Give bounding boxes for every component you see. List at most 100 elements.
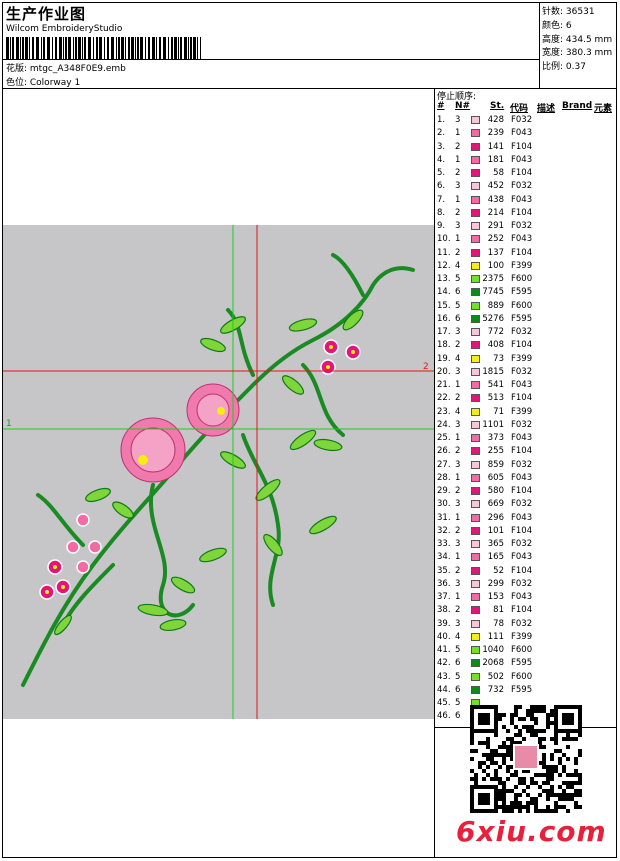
table-row: 1. 3 428 F032 — [436, 114, 616, 127]
color-swatch — [471, 606, 480, 615]
table-row: 37. 1 153 F043 — [436, 591, 616, 604]
color-swatch — [471, 394, 480, 403]
row-index: 17. — [437, 327, 451, 337]
color-swatch — [471, 367, 480, 376]
row-code: F032 — [511, 115, 533, 125]
row-code: F032 — [511, 618, 533, 629]
row-code: F595 — [511, 313, 533, 324]
stat-width: 宽度: 380.3 mm — [542, 48, 613, 58]
row-needle: 6 — [455, 313, 461, 324]
row-needle: 1 — [455, 433, 461, 443]
row-code: F032 — [511, 327, 533, 337]
row-code: F043 — [511, 512, 533, 523]
row-index: 12. — [437, 260, 451, 271]
color-swatch — [471, 447, 480, 456]
color-swatch — [471, 659, 480, 668]
col-header-index: # — [437, 101, 445, 111]
colorway: 色位: Colorway 1 — [6, 78, 81, 88]
row-index: 28. — [437, 472, 451, 483]
row-stitches: 428 — [487, 115, 504, 125]
color-swatch — [471, 208, 480, 217]
row-index: 20. — [437, 366, 451, 377]
row-code: F043 — [511, 234, 533, 245]
row-stitches: 889 — [487, 300, 504, 311]
color-swatch — [471, 420, 480, 429]
row-index: 36. — [437, 578, 451, 589]
design-canvas: 1 2 — [3, 225, 434, 719]
row-code: F595 — [511, 658, 533, 669]
row-needle: 1 — [455, 380, 461, 390]
row-index: 9. — [437, 221, 446, 231]
row-index: 4. — [437, 154, 446, 165]
row-needle: 2 — [455, 340, 461, 351]
row-stitches: 859 — [487, 459, 504, 470]
row-index: 1. — [437, 115, 446, 125]
row-code: F043 — [511, 472, 533, 483]
row-stitches: 502 — [487, 671, 504, 682]
color-swatch — [471, 381, 480, 389]
color-swatch — [471, 434, 480, 442]
table-row: 31. 1 296 F043 — [436, 512, 616, 525]
vendor-name: Wilcom EmbroideryStudio — [6, 24, 123, 34]
row-code: F399 — [511, 631, 533, 642]
row-index: 26. — [437, 446, 451, 457]
row-stitches: 181 — [487, 154, 504, 165]
page-title: 生产作业图 — [6, 5, 87, 23]
row-stitches: 5276 — [482, 313, 504, 324]
row-stitches: 408 — [487, 340, 504, 351]
row-index: 21. — [437, 380, 451, 390]
row-code: F104 — [511, 565, 533, 576]
row-index: 7. — [437, 194, 446, 205]
row-needle: 1 — [455, 512, 461, 523]
color-swatch — [471, 487, 480, 495]
row-needle: 2 — [455, 446, 461, 457]
color-swatch — [471, 593, 480, 601]
row-stitches: 299 — [487, 578, 504, 589]
row-needle: 6 — [455, 684, 461, 695]
row-code: F032 — [511, 181, 533, 192]
row-needle: 1 — [455, 472, 461, 483]
row-stitches: 71 — [493, 406, 504, 417]
row-needle: 1 — [455, 194, 461, 205]
row-stitches: 111 — [487, 631, 504, 642]
table-row: 38. 2 81 F104 — [436, 604, 616, 617]
row-index: 35. — [437, 565, 451, 576]
color-swatch — [471, 579, 480, 588]
row-code: F043 — [511, 128, 533, 139]
color-swatch — [471, 354, 480, 363]
row-index: 15. — [437, 300, 451, 311]
row-code: F104 — [511, 247, 533, 258]
row-needle: 3 — [455, 578, 461, 589]
table-row: 27. 3 859 F032 — [436, 459, 616, 472]
row-index: 5. — [437, 168, 446, 178]
row-needle: 4 — [455, 353, 461, 364]
row-code: F104 — [511, 207, 533, 218]
table-row: 17. 3 772 F032 — [436, 326, 616, 339]
color-swatch — [471, 182, 480, 191]
row-index: 29. — [437, 486, 451, 496]
table-row: 28. 1 605 F043 — [436, 472, 616, 485]
row-needle: 5 — [455, 645, 461, 655]
row-code: F043 — [511, 194, 533, 205]
row-stitches: 732 — [487, 684, 504, 695]
row-code: F104 — [511, 168, 533, 178]
row-index: 8. — [437, 207, 446, 218]
row-needle: 1 — [455, 154, 461, 165]
row-stitches: 153 — [487, 592, 504, 602]
row-code: F399 — [511, 260, 533, 271]
table-row: 7. 1 438 F043 — [436, 194, 616, 207]
row-index: 24. — [437, 419, 451, 430]
row-needle: 3 — [455, 539, 461, 549]
table-row: 2. 1 239 F043 — [436, 127, 616, 140]
color-swatch — [471, 632, 480, 641]
table-row: 5. 2 58 F104 — [436, 167, 616, 180]
row-stitches: 452 — [487, 181, 504, 192]
row-index: 46. — [437, 711, 451, 722]
table-row: 35. 2 52 F104 — [436, 565, 616, 578]
table-row: 39. 3 78 F032 — [436, 618, 616, 631]
row-code: F399 — [511, 353, 533, 364]
row-code: F600 — [511, 671, 533, 682]
table-row: 33. 3 365 F032 — [436, 538, 616, 551]
row-stitches: 541 — [487, 380, 504, 390]
row-index: 25. — [437, 433, 451, 443]
